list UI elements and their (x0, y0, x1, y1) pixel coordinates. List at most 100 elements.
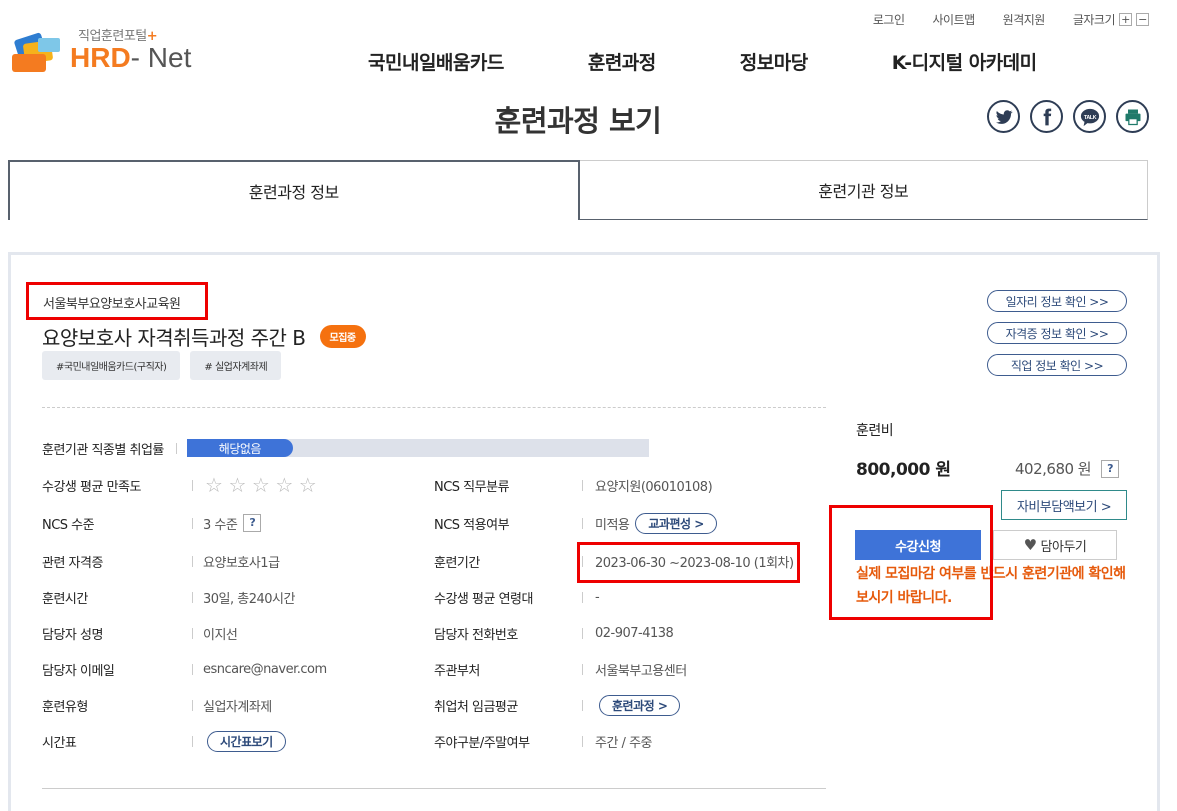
sitemap-link[interactable]: 사이트맵 (932, 11, 975, 28)
star-icon: ☆ (251, 473, 270, 497)
wage-row: 취업처 임금평균 훈련과정 > (434, 694, 681, 716)
kakaotalk-icon[interactable]: TALK (1073, 100, 1106, 133)
employment-rate-value: 해당없음 (186, 439, 293, 457)
font-decrease-button[interactable]: − (1136, 13, 1149, 26)
separator (582, 591, 583, 603)
hrd-net-logo[interactable]: 직업훈련포털+ HRD- Net (8, 24, 208, 76)
timetable-row: 시간표 시간표보기 (42, 730, 286, 752)
email-label: 담당자 이메일 (42, 663, 115, 679)
tag-unemployed-account: # 실업자계좌제 (190, 351, 282, 380)
manager-row: 담당자 성명 이지선 (42, 623, 238, 643)
type-value: 실업자계좌제 (203, 699, 272, 715)
main-nav: 국민내일배움카드 훈련과정 정보마당 K-디지털 아카데미 (368, 48, 1037, 75)
separator (582, 699, 583, 711)
star-icon: ☆ (275, 473, 293, 497)
email-row: 담당자 이메일 esncare@naver.com (42, 659, 327, 679)
period-label: 훈련기간 (434, 555, 480, 571)
nav-info[interactable]: 정보마당 (740, 48, 808, 75)
type-row: 훈련유형 실업자계좌제 (42, 695, 272, 715)
help-icon[interactable]: ? (243, 514, 262, 532)
age-row: 수강생 평균 연령대 - (434, 587, 600, 607)
separator (582, 479, 583, 491)
logo-mark-icon (12, 32, 60, 72)
talk-label: TALK (1083, 114, 1096, 120)
wage-course-button[interactable]: 훈련과정 > (599, 694, 681, 716)
wishlist-label: 담아두기 (1040, 539, 1087, 555)
separator (582, 517, 583, 529)
detail-tabs: 훈련과정 정보 훈련기관 정보 (8, 160, 1148, 220)
separator (192, 627, 193, 639)
ncs-apply-label: NCS 적용여부 (434, 517, 510, 533)
separator (192, 555, 193, 567)
font-size-control: 글자크기 + − (1073, 11, 1149, 28)
hours-label: 훈련시간 (42, 591, 88, 607)
tab-course-info[interactable]: 훈련과정 정보 (8, 160, 580, 220)
fee-self: 402,680 원 ? (1015, 458, 1120, 479)
ncs-apply-row: NCS 적용여부 미적용 교과편성 > (434, 512, 717, 534)
fee-self-value: 402,680 원 (1015, 460, 1092, 478)
tag-national-card: #국민내일배움카드(구직자) (42, 351, 181, 380)
nav-training-course[interactable]: 훈련과정 (588, 48, 656, 75)
age-label: 수강생 평균 연령대 (434, 591, 533, 607)
age-value: - (595, 589, 600, 605)
separator (582, 735, 583, 747)
timetable-button[interactable]: 시간표보기 (207, 730, 286, 752)
help-icon[interactable]: ? (1101, 459, 1120, 478)
font-increase-button[interactable]: + (1119, 13, 1132, 26)
nav-k-digital[interactable]: K-디지털 아카데미 (892, 48, 1037, 75)
print-icon[interactable] (1116, 100, 1149, 133)
course-title: 요양보호사 자격취득과정 주간 B (42, 326, 306, 350)
separator (582, 627, 583, 639)
login-link[interactable]: 로그인 (873, 11, 905, 28)
ncs-category-value: 요양지원(06010108) (595, 479, 713, 495)
heart-icon: ♥ (1023, 536, 1037, 554)
separator (192, 699, 193, 711)
share-icons: TALK (987, 100, 1149, 133)
nav-national-card[interactable]: 국민내일배움카드 (368, 48, 504, 75)
remote-support-link[interactable]: 원격지원 (1003, 11, 1046, 28)
side-links: 일자리 정보 확인 >> 자격증 정보 확인 >> 직업 정보 확인 >> (987, 290, 1127, 376)
cert-row: 관련 자격증 요양보호사1급 (42, 551, 280, 571)
separator (192, 663, 193, 675)
separator (175, 442, 177, 454)
cert-info-link[interactable]: 자격증 정보 확인 >> (987, 322, 1127, 344)
dept-label: 주관부처 (434, 663, 480, 679)
wage-label: 취업처 임금평균 (434, 699, 518, 715)
timetable-label: 시간표 (42, 735, 77, 751)
ncs-category-label: NCS 직무분류 (434, 479, 510, 495)
course-title-row: 요양보호사 자격취득과정 주간 B 모집중 (42, 322, 366, 351)
daynight-label: 주야구분/주말여부 (434, 735, 530, 751)
dept-row: 주관부처 서울북부고용센터 (434, 659, 687, 679)
manager-value: 이지선 (203, 627, 238, 643)
bottom-divider (42, 788, 826, 789)
separator (192, 735, 193, 747)
employment-rate-row: 훈련기관 직종별 취업률 해당없음 (42, 438, 649, 458)
curriculum-button[interactable]: 교과편성 > (635, 512, 717, 534)
phone-label: 담당자 전화번호 (434, 627, 518, 643)
fee-label: 훈련비 (856, 423, 894, 439)
page-title: 훈련과정 보기 (494, 104, 662, 138)
institution-name[interactable]: 서울북부요양보호사교육원 (26, 282, 208, 320)
font-size-label: 글자크기 (1072, 13, 1116, 27)
daynight-value: 주간 / 주중 (595, 735, 653, 751)
hours-row: 훈련시간 30일, 총240시간 (42, 587, 295, 607)
satisfaction-label: 수강생 평균 만족도 (42, 479, 141, 495)
period-highlight (577, 542, 800, 583)
job-info-link[interactable]: 일자리 정보 확인 >> (987, 290, 1127, 312)
hours-value: 30일, 총240시간 (203, 591, 295, 607)
email-value: esncare@naver.com (203, 661, 327, 677)
twitter-icon[interactable] (987, 100, 1020, 133)
separator (192, 517, 193, 529)
facebook-icon[interactable] (1030, 100, 1063, 133)
cert-label: 관련 자격증 (42, 555, 103, 571)
occupation-info-link[interactable]: 직업 정보 확인 >> (987, 354, 1127, 376)
wishlist-button[interactable]: ♥ 담아두기 (993, 530, 1117, 560)
star-icon: ☆ (205, 473, 223, 497)
star-icon: ☆ (228, 473, 246, 497)
dept-value: 서울북부고용센터 (595, 663, 687, 679)
tab-institution-info[interactable]: 훈련기관 정보 (579, 160, 1148, 220)
cert-value: 요양보호사1급 (203, 555, 280, 571)
satisfaction-row: 수강생 평균 만족도 ☆ ☆ ☆ ☆ ☆ (42, 473, 317, 497)
self-pay-button[interactable]: 자비부담액보기 > (1001, 490, 1127, 520)
separator (192, 591, 193, 603)
